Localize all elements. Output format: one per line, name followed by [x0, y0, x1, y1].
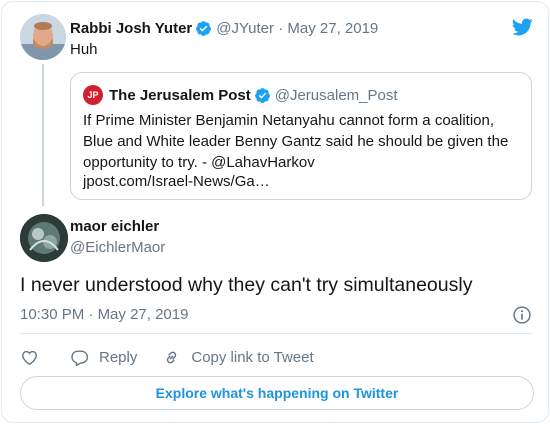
reply-author-name[interactable]: maor eichler — [70, 218, 159, 235]
parent-tweet-text: Huh — [70, 41, 98, 58]
quoted-tweet-card[interactable]: JP The Jerusalem Post @Jerusalem_Post If… — [70, 72, 532, 200]
verified-badge-icon — [254, 87, 270, 103]
thread-connector-line — [42, 64, 44, 206]
author-avatar[interactable] — [20, 14, 66, 60]
quoted-tweet-header: JP The Jerusalem Post @Jerusalem_Post — [83, 85, 398, 105]
tweet-actions: Reply Copy link to Tweet — [20, 345, 314, 369]
reply-author-avatar[interactable] — [20, 214, 68, 262]
tweet-timestamp[interactable]: 10:30 PM · May 27, 2019 — [20, 306, 188, 323]
reply-tweet-text: I never understood why they can't try si… — [20, 274, 473, 296]
copy-link-label: Copy link to Tweet — [191, 348, 314, 366]
verified-badge-icon — [196, 20, 212, 36]
copy-link-button[interactable]: Copy link to Tweet — [162, 348, 314, 367]
tweet-time: 10:30 PM — [20, 306, 85, 323]
divider — [20, 333, 532, 334]
link-icon — [167, 351, 177, 363]
quoted-tweet-text: If Prime Minister Benjamin Netanyahu can… — [83, 112, 509, 171]
parent-tweet-header: Rabbi Josh Yuter @JYuter · May 27, 2019 — [70, 18, 378, 38]
tweet-date: May 27, 2019 — [97, 306, 189, 323]
author-handle[interactable]: @JYuter — [216, 20, 274, 37]
reply-author-handle[interactable]: @EichlerMaor — [70, 239, 165, 256]
timestamp-separator: · — [88, 306, 98, 323]
reply-button[interactable]: Reply — [70, 348, 137, 367]
jerusalem-post-logo: JP — [83, 85, 103, 105]
reply-icon — [71, 349, 89, 366]
tweet-date[interactable]: May 27, 2019 — [287, 20, 378, 37]
quoted-tweet-link[interactable]: jpost.com/Israel-News/Ga… — [83, 173, 270, 190]
header-separator: · — [274, 19, 288, 37]
tweet-embed-card: Rabbi Josh Yuter @JYuter · May 27, 2019 … — [1, 1, 549, 423]
reply-label: Reply — [99, 348, 138, 366]
quoted-author-handle: @Jerusalem_Post — [274, 86, 398, 104]
jerusalem-post-logo-text: JP — [87, 90, 99, 100]
explore-twitter-button[interactable]: Explore what's happening on Twitter — [20, 376, 534, 410]
like-button[interactable] — [20, 348, 39, 367]
twitter-bird-icon[interactable] — [510, 16, 534, 38]
quoted-author-name: The Jerusalem Post — [109, 86, 251, 104]
info-icon[interactable] — [512, 305, 532, 325]
heart-icon — [22, 350, 37, 365]
author-name[interactable]: Rabbi Josh Yuter — [70, 20, 192, 37]
